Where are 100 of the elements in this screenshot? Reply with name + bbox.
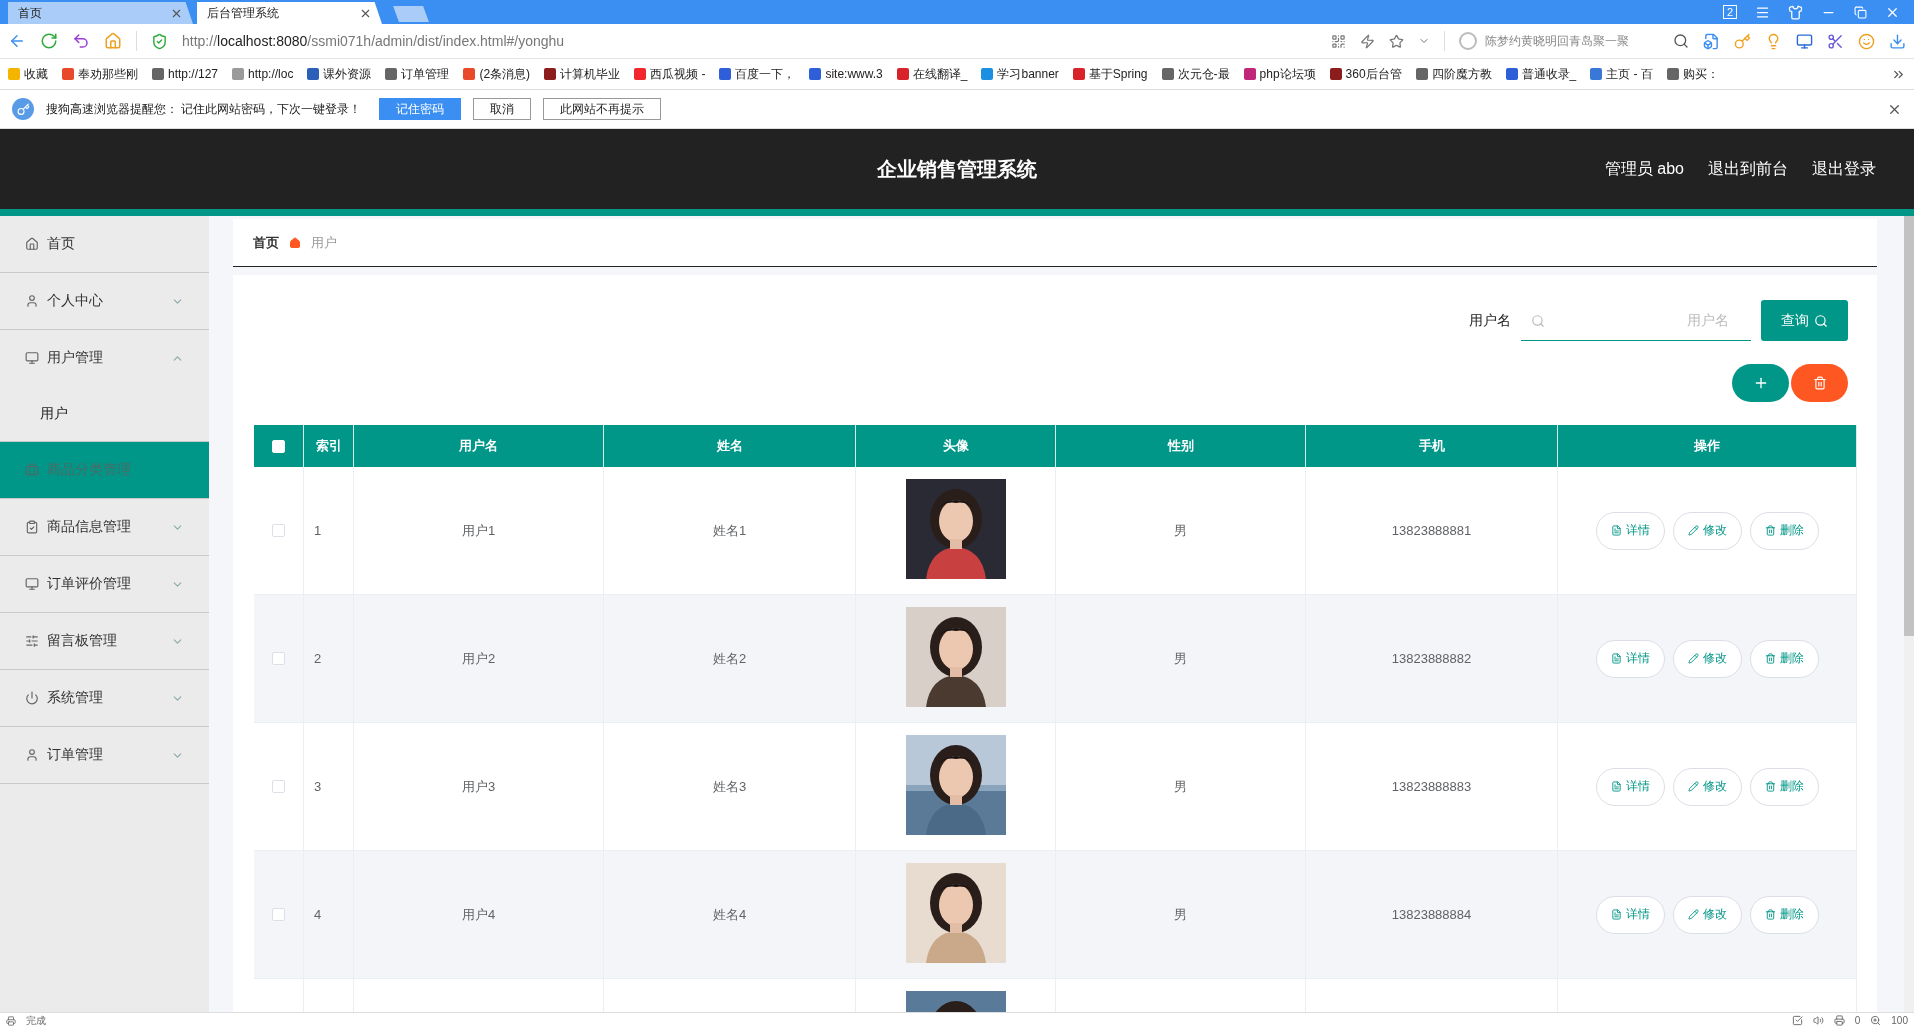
row-action-button[interactable]: 修改: [1672, 895, 1742, 934]
smiley-icon[interactable]: [1858, 32, 1875, 50]
reload-icon[interactable]: [40, 32, 58, 50]
bookmark-link[interactable]: 计算机毕业: [544, 65, 621, 83]
bookmark-link[interactable]: 在线翻译_: [896, 65, 968, 83]
row-action-button[interactable]: 删除: [1749, 639, 1819, 678]
monitor-icon: [25, 577, 39, 591]
sidebar-item[interactable]: 用户管理: [0, 330, 209, 386]
bookmark-link[interactable]: 课外资源: [307, 65, 372, 83]
row-action-button[interactable]: 详情: [1595, 639, 1665, 678]
header-link[interactable]: 退出到前台: [1708, 158, 1788, 180]
row-action-button[interactable]: 详情: [1595, 767, 1665, 806]
bookmark-link[interactable]: site:www.3: [809, 67, 883, 81]
undo-icon[interactable]: [72, 32, 90, 50]
back-icon[interactable]: [8, 32, 26, 50]
row-action-button[interactable]: 修改: [1672, 767, 1742, 806]
row-action-button[interactable]: 删除: [1749, 895, 1819, 934]
status-text: 完成: [26, 1013, 46, 1028]
bookmark-link[interactable]: http://127: [152, 67, 219, 81]
qr-code-icon[interactable]: [1331, 33, 1346, 49]
bolt-icon[interactable]: [1360, 33, 1375, 49]
row-action-button[interactable]: 删除: [1749, 511, 1819, 550]
sidebar-item[interactable]: 订单评价管理: [0, 556, 209, 613]
row-checkbox[interactable]: [272, 908, 285, 921]
notification-button[interactable]: 此网站不再提示: [543, 98, 662, 120]
row-action-button[interactable]: 详情: [1595, 895, 1665, 934]
speaker-icon[interactable]: [1812, 1015, 1824, 1026]
bookmark-link[interactable]: 学习banner: [981, 65, 1059, 83]
bookmark-link[interactable]: 订单管理: [385, 65, 450, 83]
bookmark-link[interactable]: 西瓜视频 -: [634, 65, 706, 83]
home-icon: [289, 236, 301, 249]
shirt-icon[interactable]: [1788, 4, 1803, 20]
bookmark-link[interactable]: 四阶魔方教: [1415, 65, 1492, 83]
bookmark-link[interactable]: 收藏: [8, 65, 48, 83]
phone-cell: 13823888884: [1391, 907, 1472, 922]
bookmark-link[interactable]: 奉劝那些刚: [62, 65, 138, 83]
search-icon[interactable]: [1673, 33, 1689, 49]
clipboard-icon: [25, 520, 39, 534]
header-link[interactable]: 退出登录: [1812, 158, 1876, 180]
column-header: 姓名: [604, 425, 856, 467]
screen-icon[interactable]: [1796, 32, 1813, 50]
menu-icon[interactable]: [1755, 4, 1770, 20]
row-action-button[interactable]: 详情: [1595, 511, 1665, 550]
search-label: 用户名: [1469, 311, 1511, 330]
search-icon: [1531, 313, 1545, 328]
bookmark-link[interactable]: 次元仓-最: [1161, 65, 1230, 83]
home-icon[interactable]: [104, 32, 122, 50]
row-checkbox[interactable]: [272, 780, 285, 793]
scrollbar-thumb[interactable]: [1904, 216, 1914, 636]
row-action-button[interactable]: 修改: [1672, 639, 1742, 678]
restore-icon[interactable]: [1854, 5, 1867, 19]
sidebar-item[interactable]: 首页: [0, 216, 209, 273]
browser-tab[interactable]: 后台管理系统: [197, 2, 382, 24]
sidebar-item[interactable]: 商品信息管理: [0, 499, 209, 556]
pencil-icon: [1687, 653, 1699, 664]
key-icon[interactable]: [1734, 32, 1751, 50]
gender-cell: 男: [1174, 905, 1187, 924]
notification-button[interactable]: 取消: [473, 98, 532, 120]
bookmark-link[interactable]: 普通收录_: [1505, 65, 1577, 83]
name-cell: 姓名2: [712, 649, 747, 668]
bookmark-link[interactable]: 主页 - 百: [1590, 65, 1653, 83]
row-checkbox[interactable]: [272, 524, 285, 537]
printer-icon[interactable]: [1833, 1015, 1845, 1026]
sidebar-item[interactable]: 留言板管理: [0, 613, 209, 670]
row-checkbox[interactable]: [272, 652, 285, 665]
search-field[interactable]: 陈梦约黄晓明回青岛聚一聚: [1459, 32, 1659, 50]
star-icon[interactable]: [1389, 33, 1404, 49]
index-cell: 3: [314, 779, 322, 794]
bookmark-link[interactable]: php论坛项: [1243, 65, 1316, 83]
sliders-icon: [25, 634, 39, 648]
scissors-icon[interactable]: [1827, 32, 1844, 50]
row-action-button[interactable]: 修改: [1672, 511, 1742, 550]
username-cell: 用户3: [461, 777, 496, 796]
download-icon[interactable]: [1889, 32, 1906, 50]
bookmark-link[interactable]: http://loc: [232, 67, 294, 81]
row-action-button[interactable]: 删除: [1749, 767, 1819, 806]
sidebar-item[interactable]: 系统管理: [0, 670, 209, 727]
zoom-icon[interactable]: [1870, 1015, 1882, 1026]
add-button[interactable]: [1732, 364, 1789, 402]
delete-button[interactable]: [1791, 364, 1848, 402]
breadcrumb-link[interactable]: 首页: [253, 233, 279, 252]
sidebar-item[interactable]: 个人中心: [0, 273, 209, 330]
select-all-checkbox[interactable]: [272, 439, 285, 453]
bookmark-link[interactable]: 360后台管: [1329, 65, 1402, 83]
search-icon: [1814, 313, 1828, 328]
gender-cell: 男: [1174, 521, 1187, 540]
trash-icon: [1764, 909, 1776, 920]
bookmark-link[interactable]: (2条消息): [463, 65, 531, 83]
username-cell: 用户2: [461, 649, 496, 668]
browser-tab[interactable]: 首页: [8, 2, 193, 24]
sidebar-item[interactable]: 订单管理: [0, 727, 209, 784]
url-text[interactable]: http://localhost:8080/ssmi071h/admin/dist/index.html#/yonghu: [182, 33, 565, 49]
query-button[interactable]: 查询: [1761, 300, 1848, 341]
bookmark-link[interactable]: 购买：: [1666, 65, 1719, 83]
bookmark-link[interactable]: 基于Spring: [1072, 65, 1148, 83]
trash-icon: [1764, 653, 1776, 664]
checkbox-icon[interactable]: [1791, 1015, 1803, 1026]
bookmark-link[interactable]: 百度一下，: [719, 65, 796, 83]
zoom-level[interactable]: 100: [1891, 1015, 1908, 1026]
new-tab-button[interactable]: [393, 6, 429, 22]
